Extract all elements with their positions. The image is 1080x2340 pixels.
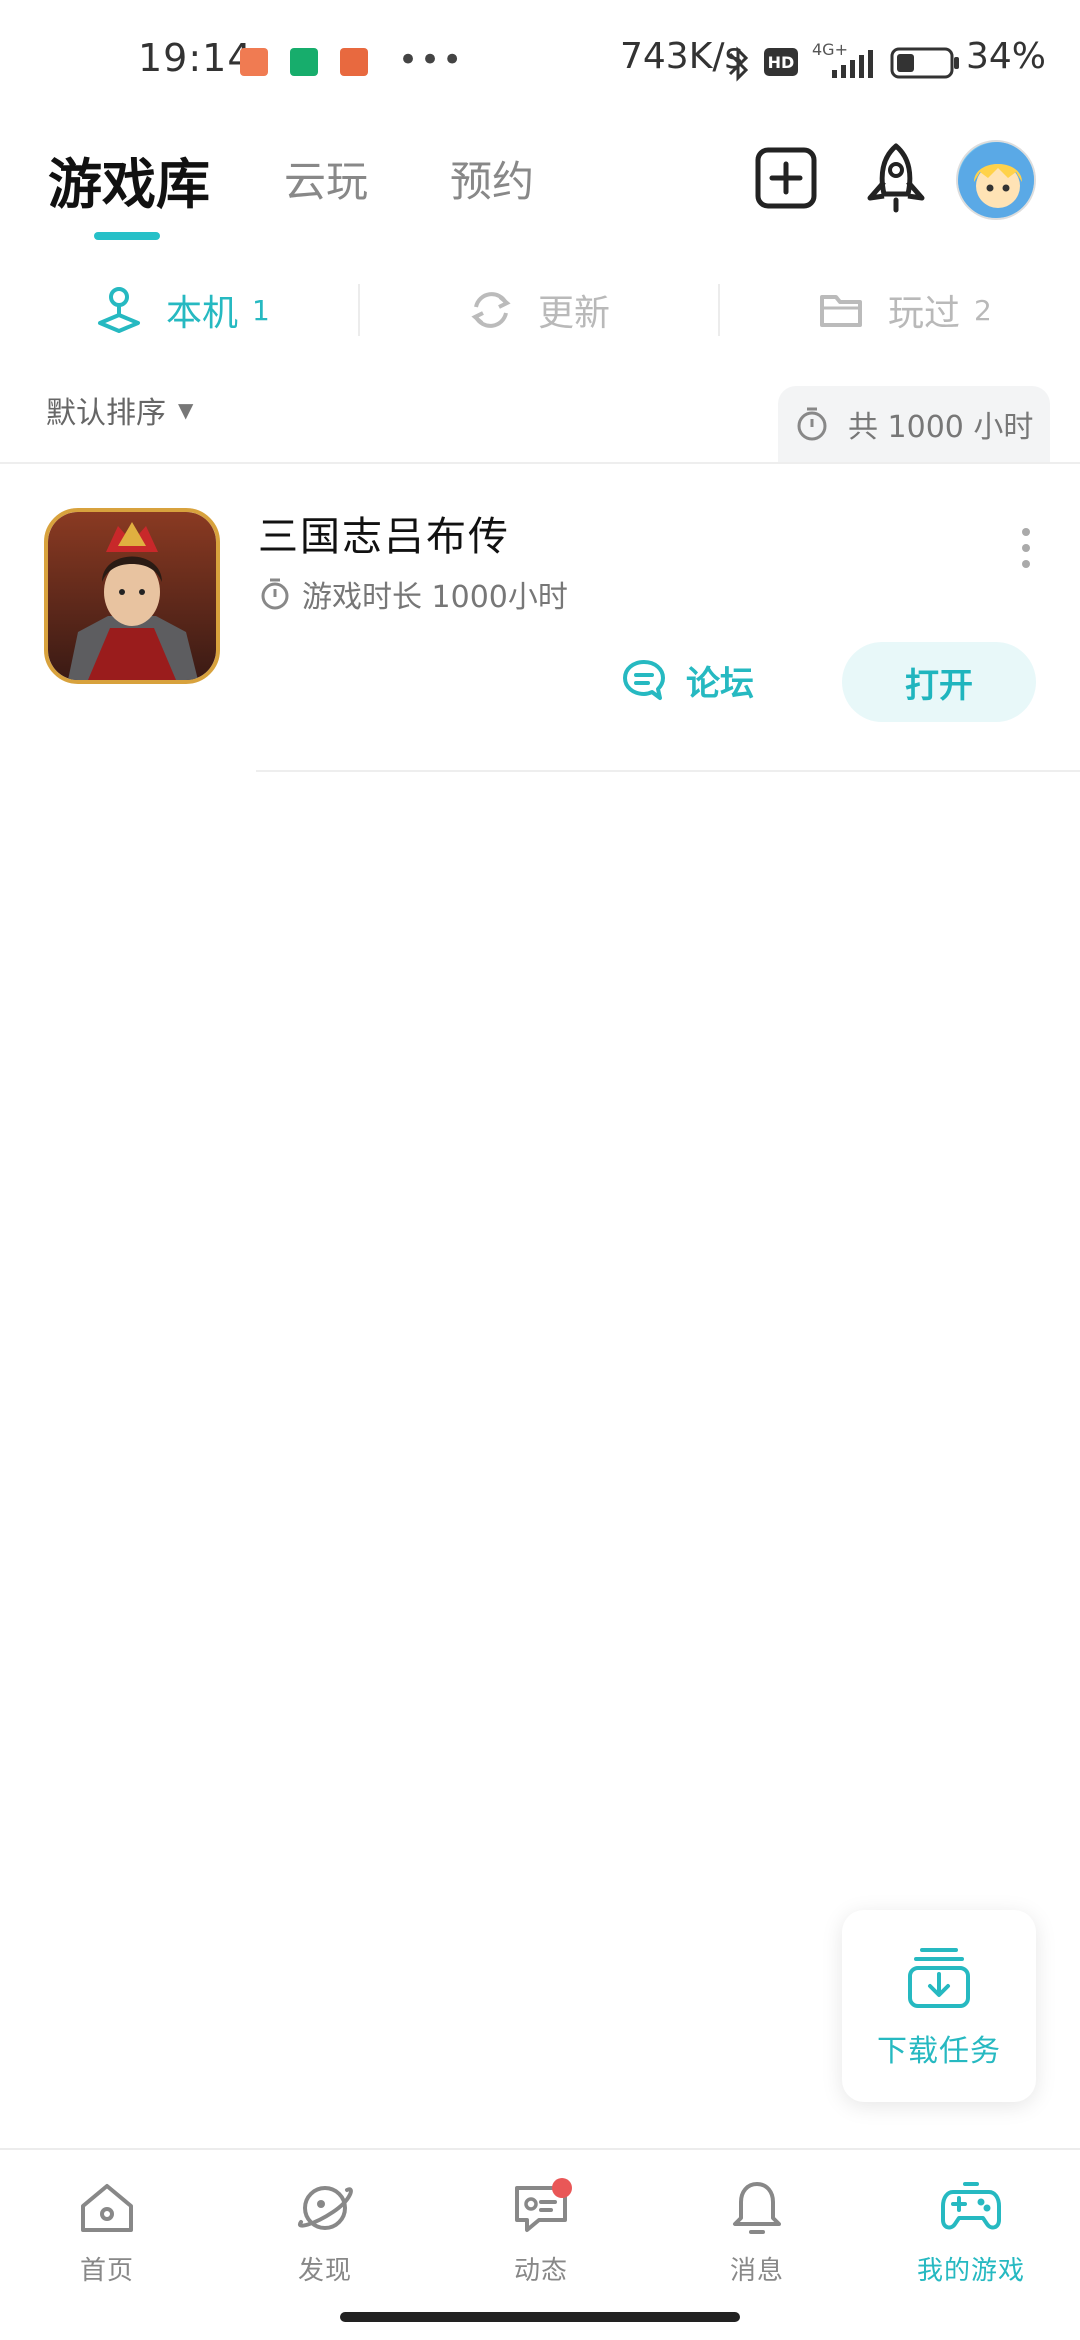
more-options-icon[interactable] [1012,518,1040,578]
library-subtabs: 本机 1 更新 玩过 2 [0,270,1080,350]
stopwatch-icon [797,407,827,441]
bottom-navigation: 首页 发现 动态 消息 我的游戏 [0,2148,1080,2298]
subtab-local-count: 1 [252,293,270,327]
bell-icon [733,2182,781,2234]
active-tab-indicator [94,232,160,240]
nav-my-games[interactable]: 我的游戏 [896,2176,1046,2287]
subtab-divider [718,284,720,336]
nav-messages[interactable]: 消息 [682,2176,832,2287]
divider [0,462,1080,464]
sort-dropdown[interactable]: 默认排序 ▼ [46,388,193,432]
tab-game-library[interactable]: 游戏库 [48,140,210,219]
home-icon [81,2184,133,2232]
total-playtime-text: 共 1000 小时 [848,410,1034,445]
add-game-button[interactable] [748,140,824,216]
game-title[interactable]: 三国志吕布传 [258,504,510,562]
joystick-icon [98,287,140,333]
caret-down-icon: ▼ [178,398,194,422]
signal-icon [832,50,873,78]
forum-button[interactable]: 论坛 [620,650,754,710]
avatar-image [958,142,1034,218]
tab-reservation[interactable]: 预约 [450,148,534,209]
status-time: 19:14 [138,36,253,80]
subtab-update[interactable]: 更新 [466,270,624,350]
nav-feed-label: 动态 [513,2256,568,2286]
subtab-local[interactable]: 本机 1 [94,270,270,350]
refresh-icon [471,292,511,328]
nav-home-label: 首页 [79,2256,134,2286]
subtab-played[interactable]: 玩过 2 [816,270,992,350]
network-speed: 743K/s [620,36,744,77]
subtab-played-label: 玩过 [888,293,961,334]
nav-discover[interactable]: 发现 [250,2176,400,2287]
battery-percent: 34% [966,36,1047,77]
forum-label: 论坛 [686,663,754,704]
game-playtime-text: 游戏时长 1000小时 [302,580,568,615]
notification-app-icon [240,48,268,76]
tab-cloud-play[interactable]: 云玩 [284,148,368,209]
nav-messages-label: 消息 [729,2256,784,2286]
nav-my-games-label: 我的游戏 [916,2256,1025,2286]
bluetooth-icon [728,46,749,82]
home-indicator[interactable] [340,2312,740,2322]
folder-icon [820,295,862,327]
user-avatar[interactable] [956,140,1036,220]
planet-icon [297,2186,353,2230]
notification-home-icon [290,48,318,76]
more-notifications-icon: ••• [398,40,465,80]
stopwatch-icon [261,578,289,610]
subtab-played-count: 2 [974,293,992,327]
game-playtime: 游戏时长 1000小时 [258,572,568,616]
divider [256,770,1080,772]
download-tasks-label: 下载任务 [877,2034,1001,2069]
top-header: 游戏库 云玩 预约 [0,120,1080,250]
download-tray-icon [908,1948,970,2008]
status-bar: 19:14 ••• 743K/s HD 4G+ 34% [0,0,1080,120]
nav-feed[interactable]: 动态 [466,2176,616,2287]
open-game-button[interactable]: 打开 [842,642,1036,722]
subtab-update-label: 更新 [538,293,611,334]
rocket-icon[interactable] [858,140,934,216]
subtab-divider [358,284,360,336]
game-icon[interactable] [44,508,220,684]
gamepad-icon [941,2182,1001,2230]
game-icon-art [48,512,216,680]
sort-label: 默认排序 [46,396,166,431]
hd-badge: HD [764,48,798,76]
nav-discover-label: 发现 [297,2256,352,2286]
notification-taobao-icon [340,48,368,76]
notification-badge [552,2178,572,2198]
total-playtime: 共 1000 小时 [778,386,1050,462]
nav-home[interactable]: 首页 [32,2176,182,2287]
forum-icon [623,660,665,700]
battery-icon [890,47,959,79]
subtab-local-label: 本机 [166,293,239,334]
download-tasks-button[interactable]: 下载任务 [842,1910,1036,2102]
